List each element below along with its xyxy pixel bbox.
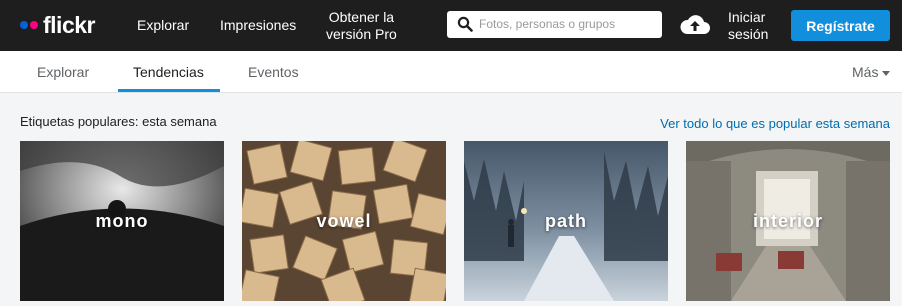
active-tab-indicator (118, 89, 220, 92)
popular-tags-section: Etiquetas populares: esta semana Ver tod… (0, 93, 902, 306)
see-all-popular-link[interactable]: Ver todo lo que es popular esta semana (660, 116, 890, 131)
signin-link[interactable]: Iniciar sesión (728, 9, 768, 43)
top-navigation-bar: flickr Explorar Impresiones Obtener la v… (0, 0, 902, 51)
search-box (447, 11, 662, 38)
flickr-logo[interactable]: flickr (20, 10, 95, 40)
signin-line2: sesión (728, 26, 769, 42)
section-title: Etiquetas populares: esta semana (20, 114, 217, 129)
nav-impresiones[interactable]: Impresiones (220, 17, 296, 33)
signin-line1: Iniciar (728, 9, 766, 25)
sub-navigation: Explorar Tendencias Eventos Más (0, 51, 902, 93)
more-menu[interactable]: Más (852, 64, 891, 80)
tag-label: interior (752, 210, 823, 231)
logo-pink-dot (30, 21, 38, 29)
search-icon[interactable] (457, 16, 473, 37)
logo-blue-dot (20, 21, 28, 29)
upload-cloud-icon[interactable] (680, 12, 710, 41)
chevron-down-icon (882, 70, 891, 76)
tag-label: vowel (316, 210, 372, 231)
tab-tendencias[interactable]: Tendencias (133, 64, 204, 80)
tag-tile-vowel[interactable]: vowel (242, 141, 446, 301)
more-menu-label: Más (852, 64, 879, 80)
tag-tile-mono[interactable]: mono (20, 141, 224, 301)
register-button[interactable]: Regístrate (791, 10, 890, 41)
nav-get-pro-line1: Obtener la (328, 9, 395, 25)
tag-label: mono (95, 210, 149, 231)
tag-label: path (545, 210, 587, 231)
tab-explorar[interactable]: Explorar (37, 64, 89, 80)
nav-get-pro[interactable]: Obtener la versión Pro (326, 9, 397, 43)
tab-eventos[interactable]: Eventos (248, 64, 299, 80)
search-input[interactable] (479, 14, 654, 34)
logo-text: flickr (43, 11, 95, 38)
tag-tile-interior[interactable]: interior (686, 141, 890, 301)
nav-get-pro-line2: versión Pro (326, 26, 397, 42)
tag-tile-path[interactable]: path (464, 141, 668, 301)
nav-explorar[interactable]: Explorar (137, 17, 189, 33)
